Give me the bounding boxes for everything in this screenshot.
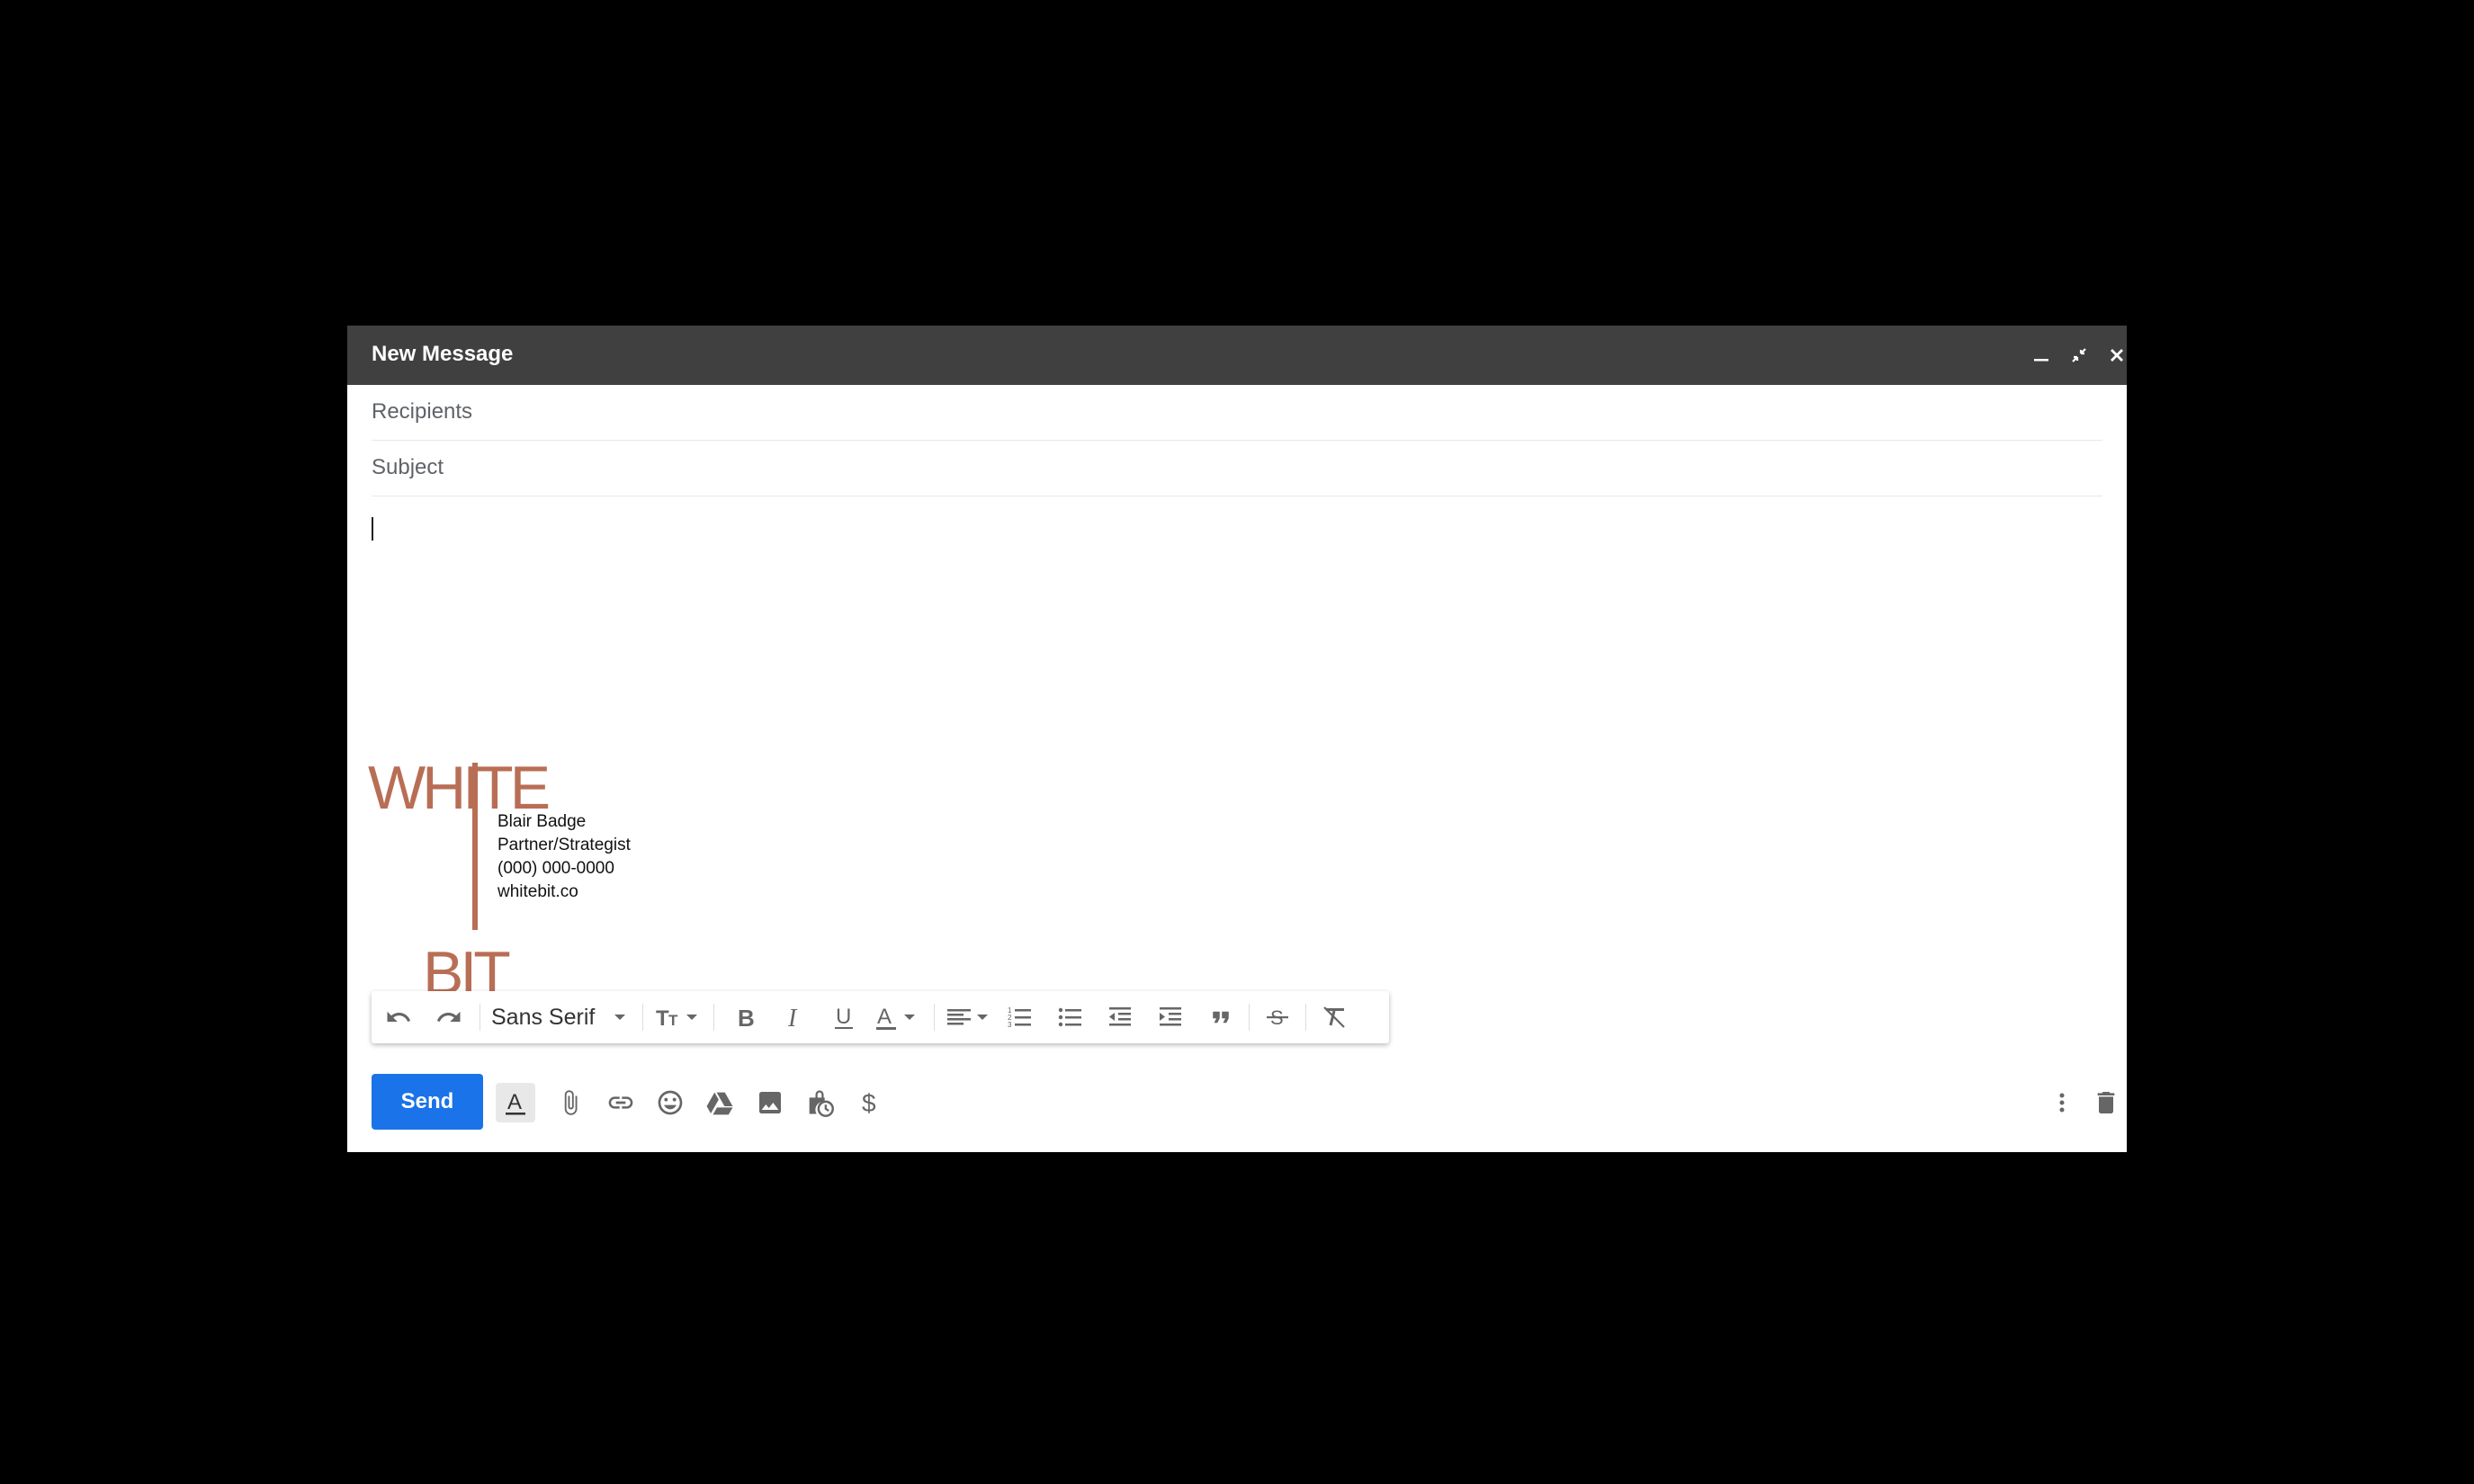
- font-size-icon[interactable]: T T: [652, 1001, 706, 1033]
- recipients-label: Recipients: [372, 399, 473, 424]
- photo-icon[interactable]: [750, 1083, 790, 1122]
- svg-text:B: B: [738, 1005, 755, 1031]
- indent-more-icon[interactable]: [1152, 1001, 1188, 1033]
- link-icon[interactable]: [601, 1083, 641, 1122]
- signature-role: Partner/Strategist: [497, 836, 631, 854]
- drive-icon[interactable]: [700, 1083, 740, 1122]
- formatting-options-icon[interactable]: A: [496, 1083, 535, 1122]
- svg-text:T: T: [668, 1012, 678, 1029]
- strikethrough-icon[interactable]: S: [1259, 1001, 1295, 1033]
- signature-logo-bar: [472, 763, 478, 930]
- minimize-icon[interactable]: [2028, 342, 2055, 369]
- toolbar-separator: [1249, 1004, 1250, 1031]
- svg-text:T: T: [656, 1006, 669, 1031]
- signature-website[interactable]: whitebit.co: [497, 881, 578, 904]
- numbered-list-icon[interactable]: 1 2 3: [1001, 1001, 1037, 1033]
- title-bar[interactable]: New Message: [347, 326, 2127, 385]
- window-title: New Message: [372, 342, 514, 366]
- svg-text:U: U: [836, 1005, 851, 1029]
- text-cursor: [372, 517, 373, 541]
- bulleted-list-icon[interactable]: [1052, 1001, 1088, 1033]
- toolbar-separator: [934, 1004, 935, 1031]
- message-body[interactable]: [347, 498, 2127, 984]
- svg-text:I: I: [787, 1005, 798, 1031]
- svg-text:3: 3: [1008, 1021, 1012, 1029]
- underline-icon[interactable]: U: [826, 1001, 862, 1033]
- svg-text:A: A: [507, 1090, 522, 1114]
- subject-field[interactable]: Subject: [372, 441, 2102, 496]
- indent-less-icon[interactable]: [1102, 1001, 1138, 1033]
- compose-window: New Message Recipients Subject WHITE B I T…: [347, 326, 2127, 1152]
- font-family-select[interactable]: Sans Serif: [491, 1001, 627, 1033]
- recipients-input[interactable]: [489, 396, 2093, 430]
- emoji-icon[interactable]: [650, 1083, 690, 1122]
- svg-text:A: A: [877, 1005, 892, 1029]
- remove-formatting-icon[interactable]: [1316, 1001, 1352, 1033]
- more-options-icon[interactable]: [2042, 1083, 2082, 1122]
- confidential-icon[interactable]: [800, 1083, 839, 1122]
- signature-phone: (000) 000-0000: [497, 859, 614, 878]
- recipients-field[interactable]: Recipients: [372, 385, 2102, 441]
- formatting-toolbar: Sans Serif T T B I U A 1 2 3 S: [372, 991, 1389, 1043]
- discard-icon[interactable]: [2086, 1083, 2126, 1122]
- subject-input[interactable]: [489, 451, 2093, 486]
- chevron-down-icon: [614, 1015, 626, 1020]
- signature-name: Blair Badge: [497, 812, 587, 831]
- italic-icon[interactable]: I: [776, 1001, 812, 1033]
- redo-icon[interactable]: [431, 1001, 467, 1033]
- align-icon[interactable]: [943, 1001, 997, 1033]
- signature-logo-top: WHITE: [368, 754, 551, 822]
- undo-icon[interactable]: [381, 1001, 417, 1033]
- exit-fullscreen-icon[interactable]: [2066, 342, 2093, 369]
- toolbar-separator: [713, 1004, 714, 1031]
- svg-text:$: $: [862, 1089, 876, 1116]
- quote-icon[interactable]: [1203, 1001, 1239, 1033]
- attach-icon[interactable]: [551, 1083, 590, 1122]
- font-family-label: Sans Serif: [491, 1004, 596, 1030]
- bold-icon[interactable]: B: [727, 1001, 763, 1033]
- close-icon[interactable]: [2103, 342, 2130, 369]
- send-button[interactable]: Send: [372, 1074, 483, 1130]
- toolbar-separator: [1305, 1004, 1306, 1031]
- money-icon[interactable]: $: [849, 1083, 889, 1122]
- subject-label: Subject: [372, 455, 444, 479]
- toolbar-separator: [642, 1004, 643, 1031]
- text-color-icon[interactable]: A: [872, 1001, 926, 1033]
